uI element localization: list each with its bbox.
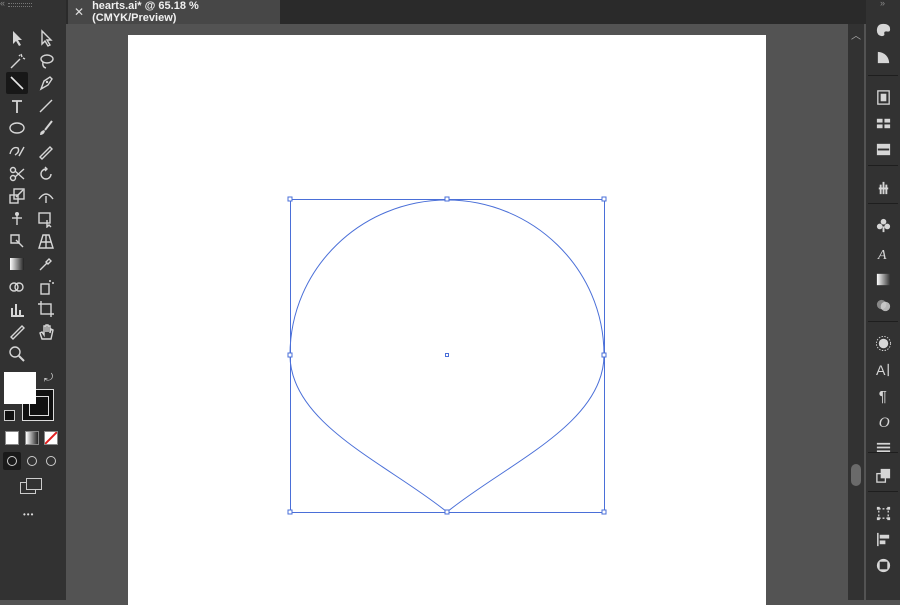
rotate-tool-icon[interactable] bbox=[35, 163, 57, 185]
color-icon[interactable] bbox=[872, 18, 894, 40]
svg-text:O: O bbox=[878, 415, 889, 430]
align-icon[interactable] bbox=[872, 528, 894, 550]
close-tab-icon[interactable]: ✕ bbox=[74, 5, 84, 19]
handle-bottom-left[interactable] bbox=[287, 509, 293, 515]
scrollbar-thumb[interactable] bbox=[851, 464, 861, 486]
panel-separator bbox=[868, 491, 898, 492]
handle-middle-left[interactable] bbox=[287, 352, 293, 358]
document-tab[interactable]: ✕ hearts.ai* @ 65.18 % (CMYK/Preview) bbox=[68, 0, 280, 24]
panel-dock: » A A ¶ O bbox=[866, 0, 900, 600]
graphic-styles-icon[interactable] bbox=[872, 214, 894, 236]
pathfinder-icon[interactable] bbox=[872, 554, 894, 576]
symbol-sprayer-tool-icon[interactable] bbox=[35, 276, 57, 298]
transparency-icon[interactable] bbox=[872, 294, 894, 316]
layers-icon[interactable] bbox=[872, 464, 894, 486]
panel-separator bbox=[868, 203, 898, 204]
slice-tool-icon[interactable] bbox=[6, 321, 28, 343]
svg-text:A: A bbox=[876, 247, 886, 262]
selection-tool-icon[interactable] bbox=[6, 27, 28, 49]
fill-swatch[interactable] bbox=[4, 372, 36, 404]
handle-top-center[interactable] bbox=[444, 196, 450, 202]
character-icon[interactable]: A bbox=[872, 358, 894, 380]
document-tab-title: hearts.ai* @ 65.18 % (CMYK/Preview) bbox=[92, 0, 199, 24]
paragraph-icon[interactable]: ¶ bbox=[872, 384, 894, 406]
svg-text:¶: ¶ bbox=[878, 388, 886, 404]
lasso-tool-icon[interactable] bbox=[35, 50, 57, 72]
free-transform-tool-icon[interactable] bbox=[35, 208, 57, 230]
collapse-icon[interactable]: « bbox=[0, 0, 5, 8]
none-mode-icon[interactable] bbox=[44, 431, 58, 445]
draw-inside-icon[interactable] bbox=[42, 452, 60, 470]
libraries-icon[interactable] bbox=[872, 86, 894, 108]
line-segment-tool-icon[interactable] bbox=[6, 72, 28, 95]
handle-middle-right[interactable] bbox=[601, 352, 607, 358]
expand-panels-icon[interactable]: » bbox=[880, 0, 885, 8]
character-styles-icon[interactable]: A bbox=[872, 242, 894, 264]
pencil-tool-icon[interactable] bbox=[35, 140, 57, 162]
handle-top-right[interactable] bbox=[601, 196, 607, 202]
swap-fill-stroke-icon[interactable]: ⤾ bbox=[44, 372, 53, 385]
draw-normal-icon[interactable] bbox=[3, 452, 21, 470]
canvas-area[interactable] bbox=[66, 24, 848, 605]
opentype-icon[interactable]: O bbox=[872, 410, 894, 432]
gradient-mode-icon[interactable] bbox=[25, 431, 39, 445]
vertical-scrollbar[interactable]: ︿ bbox=[848, 24, 864, 600]
gradient-icon[interactable] bbox=[872, 268, 894, 290]
transform-icon[interactable] bbox=[872, 502, 894, 524]
color-guide-icon[interactable] bbox=[872, 46, 894, 68]
line-tool-icon[interactable] bbox=[35, 95, 57, 117]
shape-builder-tool-icon[interactable] bbox=[6, 230, 28, 252]
eyedropper-tool-icon[interactable] bbox=[35, 253, 57, 275]
type-tool-icon[interactable] bbox=[6, 95, 28, 117]
perspective-grid-tool-icon[interactable] bbox=[35, 230, 57, 252]
draw-behind-icon[interactable] bbox=[23, 452, 41, 470]
scale-tool-icon[interactable] bbox=[6, 185, 28, 207]
panel-separator bbox=[868, 75, 898, 76]
screen-mode-icon[interactable] bbox=[20, 478, 42, 494]
magic-wand-tool-icon[interactable] bbox=[6, 50, 28, 72]
more-tools-icon[interactable]: ••• bbox=[23, 510, 34, 519]
panel-separator bbox=[868, 165, 898, 166]
column-graph-tool-icon[interactable] bbox=[6, 298, 28, 320]
direct-selection-tool-icon[interactable] bbox=[35, 27, 57, 49]
pen-tool-icon[interactable] bbox=[35, 72, 57, 94]
puppet-warp-tool-icon[interactable] bbox=[6, 208, 28, 230]
shaper-tool-icon[interactable] bbox=[6, 140, 28, 162]
paintbrush-tool-icon[interactable] bbox=[35, 117, 57, 139]
stroke-icon[interactable] bbox=[872, 436, 894, 458]
color-mode-icon[interactable] bbox=[5, 431, 19, 445]
selected-shape-layer[interactable] bbox=[66, 24, 848, 600]
blend-tool-icon[interactable] bbox=[6, 276, 28, 298]
svg-text:A: A bbox=[875, 363, 885, 378]
hand-tool-icon[interactable] bbox=[35, 321, 57, 343]
tools-panel: « ⤾ ••• bbox=[0, 0, 66, 600]
swatches-icon[interactable] bbox=[872, 112, 894, 134]
width-tool-icon[interactable] bbox=[35, 185, 57, 207]
scroll-up-icon[interactable]: ︿ bbox=[851, 27, 861, 42]
zoom-tool-icon[interactable] bbox=[6, 343, 28, 365]
document-tab-bar: ✕ hearts.ai* @ 65.18 % (CMYK/Preview) bbox=[66, 0, 866, 24]
brushes-icon[interactable] bbox=[872, 138, 894, 160]
handle-bottom-center[interactable] bbox=[444, 509, 450, 515]
handle-top-left[interactable] bbox=[287, 196, 293, 202]
panel-separator bbox=[868, 452, 898, 453]
default-colors-icon[interactable] bbox=[4, 410, 15, 421]
center-point bbox=[445, 353, 449, 357]
handle-bottom-right[interactable] bbox=[601, 509, 607, 515]
panel-separator bbox=[868, 321, 898, 322]
appearance-icon[interactable] bbox=[872, 332, 894, 354]
ellipse-tool-icon[interactable] bbox=[6, 117, 28, 139]
panel-grip[interactable] bbox=[8, 3, 32, 7]
gradient-tool-icon[interactable] bbox=[6, 253, 28, 275]
symbols-icon[interactable] bbox=[872, 176, 894, 198]
scissors-tool-icon[interactable] bbox=[6, 163, 28, 185]
artboard-tool-icon[interactable] bbox=[35, 298, 57, 320]
